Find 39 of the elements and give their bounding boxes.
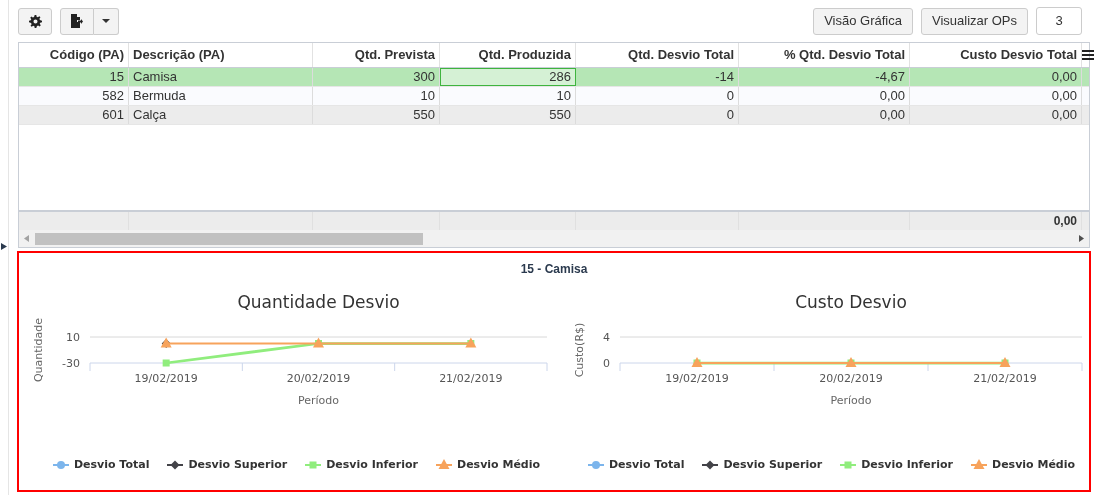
table-cell: Bermuda [129, 87, 313, 105]
table-cell: -4,67 [739, 68, 910, 86]
table-cell: 10 [440, 87, 576, 105]
x-axis-label: Período [298, 394, 339, 407]
table-cell: 10 [313, 87, 440, 105]
x-tick-label: 20/02/2019 [819, 372, 883, 385]
table-cell: 550 [313, 106, 440, 124]
y-tick-label: 10 [66, 331, 80, 344]
chart-title: Quantidade Desvio [237, 292, 400, 312]
table-cell: 0,00 [910, 68, 1082, 86]
table-cell: 0 [576, 87, 739, 105]
x-tick-label: 20/02/2019 [286, 372, 351, 385]
table-cell: 0,00 [739, 87, 910, 105]
table-cell: 601 [19, 106, 129, 124]
table-cell: 286 [440, 68, 576, 86]
x-tick-label: 21/02/2019 [973, 372, 1037, 385]
table-cell: 582 [19, 87, 129, 105]
table-cell: 0,00 [739, 106, 910, 124]
table-cell: 0 [576, 106, 739, 124]
chart-title: Custo Desvio [795, 292, 907, 312]
y-axis-label: Quantidade [32, 317, 45, 383]
x-tick-label: 19/02/2019 [665, 372, 729, 385]
x-axis-label: Período [830, 394, 872, 407]
table-cell: 0,00 [910, 87, 1082, 105]
table-cell: Camisa [129, 68, 313, 86]
table-cell: 0,00 [910, 106, 1082, 124]
y-tick-label: -30 [62, 357, 80, 370]
y-tick-label: 4 [603, 331, 610, 344]
table-cell: -14 [576, 68, 739, 86]
count-tooltip: 3 [1036, 7, 1082, 35]
table-cell: Calça [129, 106, 313, 124]
x-tick-label: 21/02/2019 [439, 372, 503, 385]
y-tick-label: 0 [603, 357, 610, 370]
x-tick-label: 19/02/2019 [134, 372, 198, 385]
table-cell: 550 [440, 106, 576, 124]
total-value: 0,00 [1053, 213, 1077, 230]
panel-title: 15 - Camisa [519, 261, 589, 278]
table-cell: 15 [19, 68, 129, 86]
y-axis-label: Custo(R$) [573, 322, 586, 378]
